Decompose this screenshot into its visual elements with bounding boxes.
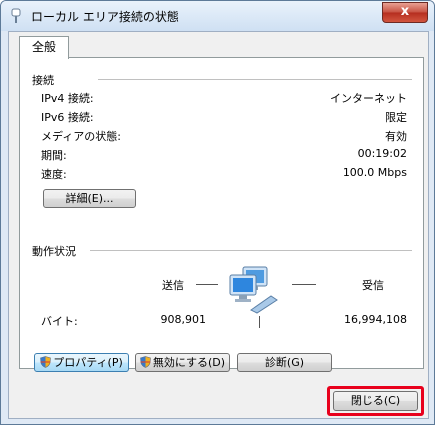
connection-section-label: 接続 <box>32 74 54 87</box>
dialog-client: 全般 接続 IPv4 接続: インターネット IPv6 接続: 限定 メディアの… <box>8 31 429 419</box>
network-connection-icon <box>11 8 21 23</box>
sent-label: 送信 <box>162 279 184 292</box>
shield-icon <box>40 356 52 368</box>
disable-label: 無効にする(D) <box>152 356 226 369</box>
sent-line <box>196 284 218 285</box>
ipv4-value: インターネット <box>330 92 407 105</box>
tab-general[interactable]: 全般 <box>19 36 69 59</box>
ipv6-label: IPv6 接続: <box>41 111 94 124</box>
activity-divider <box>90 250 412 251</box>
duration-label: 期間: <box>41 149 67 162</box>
received-label: 受信 <box>362 279 384 292</box>
connection-divider <box>98 79 412 80</box>
disable-button[interactable]: 無効にする(D) <box>135 353 230 372</box>
status-window: ローカル エリア接続の状態 x 全般 接続 IPv4 接続: インターネット I… <box>0 0 435 425</box>
received-line <box>292 284 316 285</box>
activity-section-label: 動作状況 <box>32 245 76 258</box>
speed-value: 100.0 Mbps <box>342 166 407 179</box>
media-state-value: 有効 <box>385 130 407 143</box>
ipv4-label: IPv4 接続: <box>41 92 94 105</box>
ipv6-value: 限定 <box>385 111 407 124</box>
network-computers-icon <box>229 266 278 314</box>
tab-panel: 接続 IPv4 接続: インターネット IPv6 接続: 限定 メディアの状態:… <box>19 57 424 372</box>
details-button[interactable]: 詳細(E)... <box>43 189 136 208</box>
media-state-label: メディアの状態: <box>41 130 121 143</box>
bytes-received-value: 16,994,108 <box>344 313 407 326</box>
bytes-label: バイト: <box>41 315 78 328</box>
title-bar[interactable]: ローカル エリア接続の状態 x <box>1 1 434 31</box>
bytes-sent-value: 908,901 <box>160 313 207 326</box>
window-title: ローカル エリア接続の状態 <box>31 10 179 24</box>
duration-value: 00:19:02 <box>357 147 407 160</box>
properties-label: プロパティ(P) <box>53 356 123 369</box>
close-button-highlight <box>327 386 424 416</box>
activity-divider-vertical <box>259 316 260 328</box>
shield-icon <box>140 356 151 368</box>
speed-label: 速度: <box>41 168 67 181</box>
window-close-button[interactable]: x <box>382 2 428 23</box>
diagnose-button[interactable]: 診断(G) <box>237 353 332 372</box>
properties-button[interactable]: プロパティ(P) <box>34 353 129 372</box>
